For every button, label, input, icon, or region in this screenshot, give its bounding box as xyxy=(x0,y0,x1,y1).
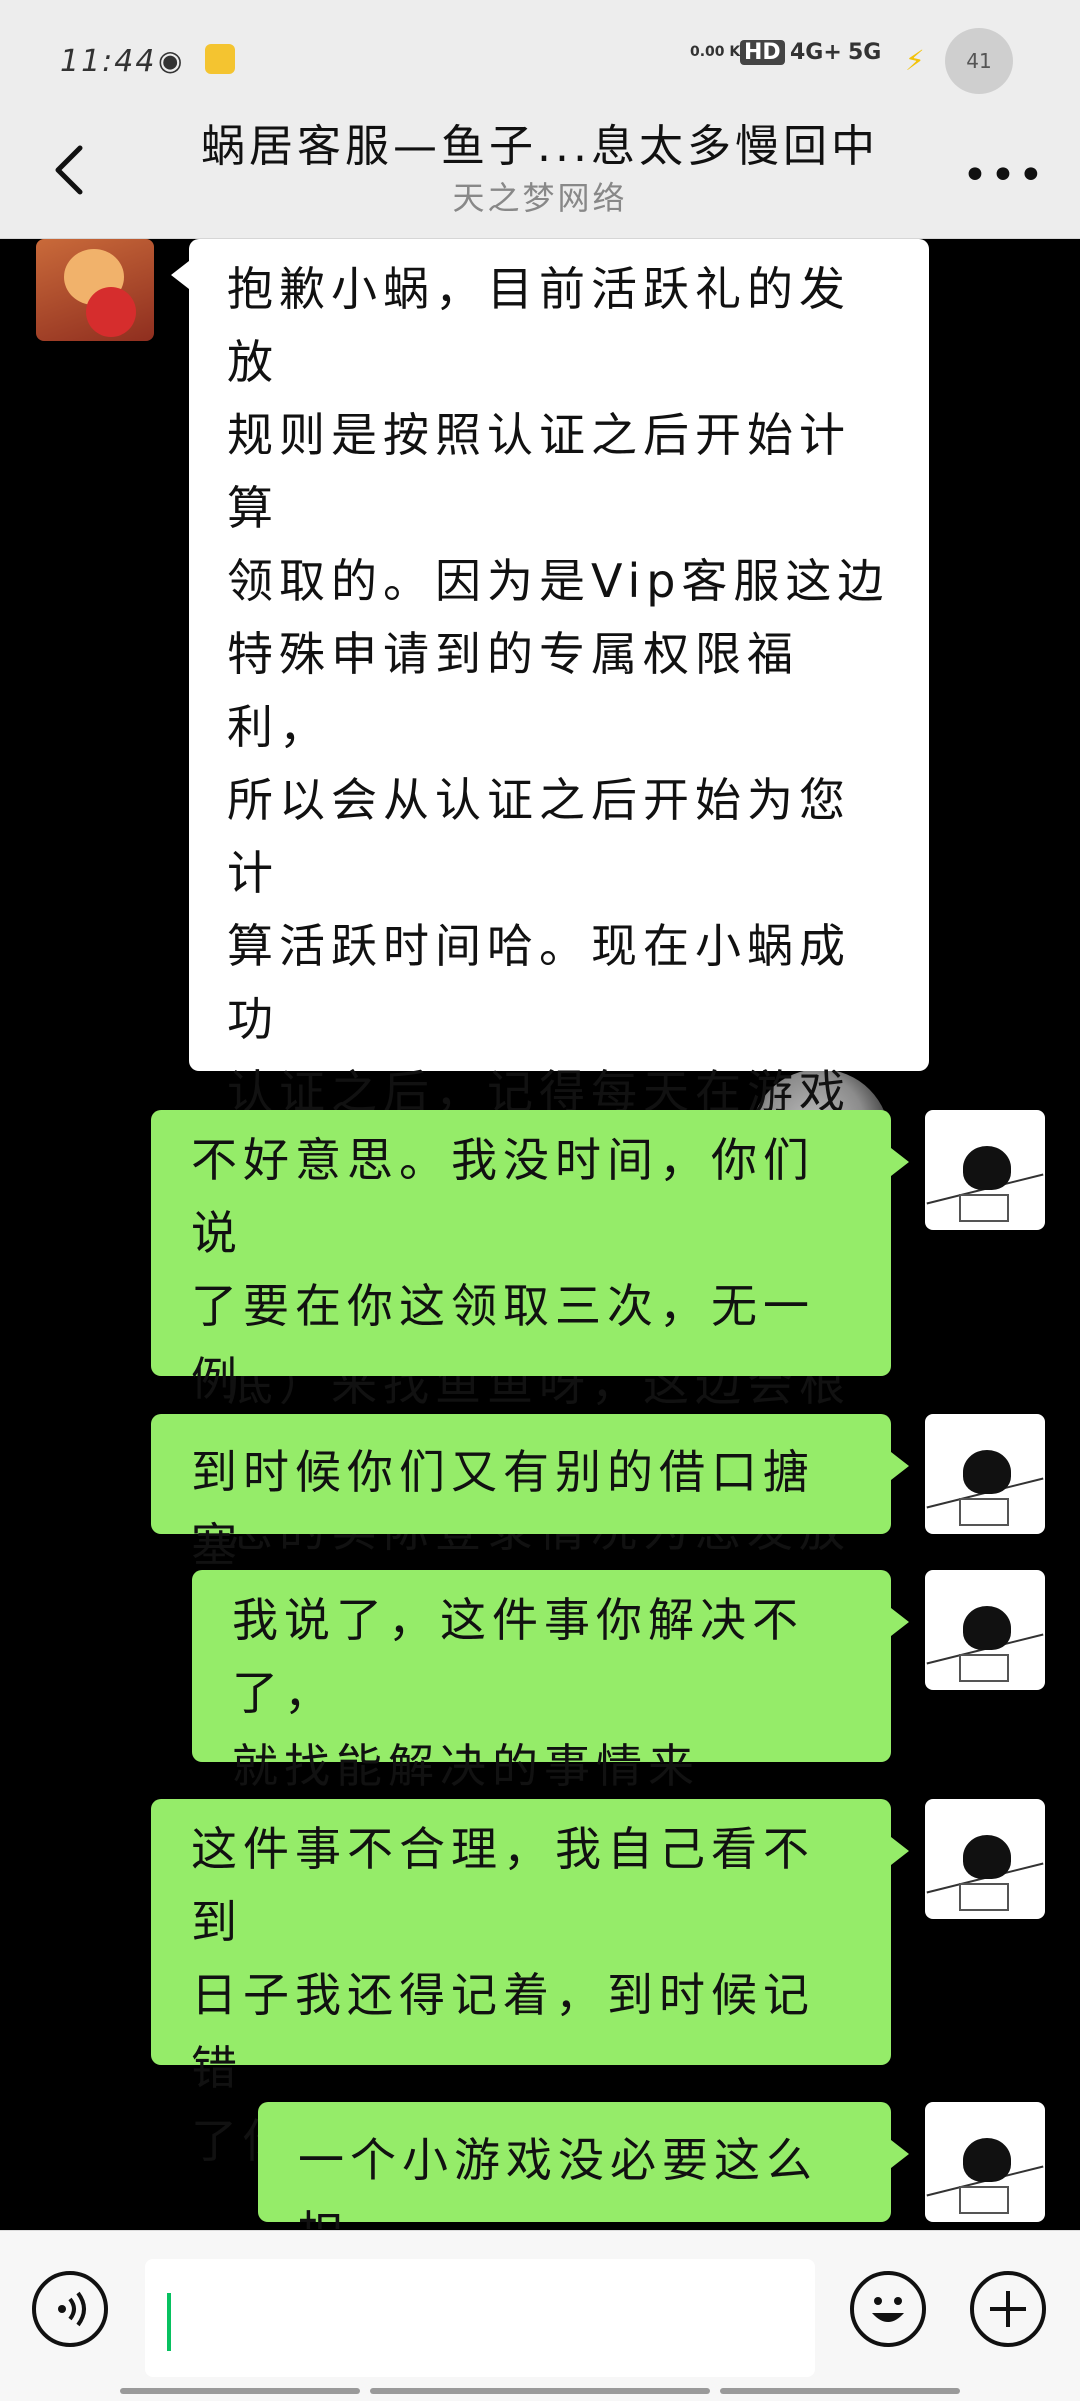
back-button[interactable] xyxy=(44,140,104,200)
voice-icon xyxy=(58,2291,86,2327)
chat-area[interactable]: 抱歉小蜗，目前活跃礼的发放 规则是按照认证之后开始计算 领取的。因为是Vip客服… xyxy=(0,239,1080,2229)
sent-message[interactable]: 一个小游戏没必要这么扣 xyxy=(258,2102,909,2229)
status-time: 11:44 xyxy=(60,44,157,79)
received-message[interactable]: 抱歉小蜗，目前活跃礼的发放 规则是按照认证之后开始计算 领取的。因为是Vip客服… xyxy=(171,239,929,1703)
emoji-icon xyxy=(872,2297,904,2322)
more-dots-icon: ••• xyxy=(962,150,1046,201)
sent-message[interactable]: 这件事不合理，我自己看不到 日子我还得记着，到时候记错 了你们又来句过了领取不了 xyxy=(151,1799,909,2168)
user-avatar[interactable] xyxy=(925,1570,1045,1690)
add-button[interactable] xyxy=(970,2271,1046,2347)
text-cursor xyxy=(167,2293,171,2351)
weibo-icon: ◉ xyxy=(158,44,183,77)
gesture-bar-center[interactable] xyxy=(370,2388,710,2394)
user-avatar[interactable] xyxy=(925,1414,1045,1534)
contact-avatar[interactable] xyxy=(36,239,154,341)
user-avatar[interactable] xyxy=(925,1799,1045,1919)
plus-icon xyxy=(990,2291,1026,2327)
gesture-bar-left xyxy=(120,2388,360,2394)
chat-title: 蜗居客服—鱼子...息太多慢回中 xyxy=(201,121,879,172)
sent-message[interactable]: 到时候你们又有别的借口搪塞 xyxy=(151,1414,909,1572)
game-app-icon xyxy=(205,44,235,74)
user-avatar[interactable] xyxy=(925,1110,1045,1230)
sent-message[interactable]: 我说了，这件事你解决不了， 就找能解决的事情来 xyxy=(192,1570,909,1793)
signal-4g: 4G+ xyxy=(790,40,842,65)
more-button[interactable]: ••• xyxy=(962,150,1046,201)
emoji-button[interactable] xyxy=(850,2271,926,2347)
charging-icon: ⚡ xyxy=(905,44,925,77)
gesture-bar-right xyxy=(720,2388,960,2394)
status-bar: 11:44 ◉ 0.00 KB/s HD 4G+ 5G ⚡ 41 xyxy=(0,0,1080,120)
battery-indicator: 41 xyxy=(945,28,1013,94)
chevron-left-icon xyxy=(55,145,83,195)
chat-subtitle: 天之梦网络 xyxy=(452,179,628,217)
signal-5g: 5G xyxy=(848,40,882,65)
voice-button[interactable] xyxy=(32,2271,108,2347)
message-input[interactable] xyxy=(145,2259,815,2377)
hd-badge: HD xyxy=(740,40,785,65)
user-avatar[interactable] xyxy=(925,2102,1045,2222)
sent-message[interactable]: 不好意思。我没时间，你们说 了要在你这领取三次，无一例 外是要我自己算着时间 xyxy=(151,1110,909,1479)
input-bar xyxy=(0,2230,1080,2401)
